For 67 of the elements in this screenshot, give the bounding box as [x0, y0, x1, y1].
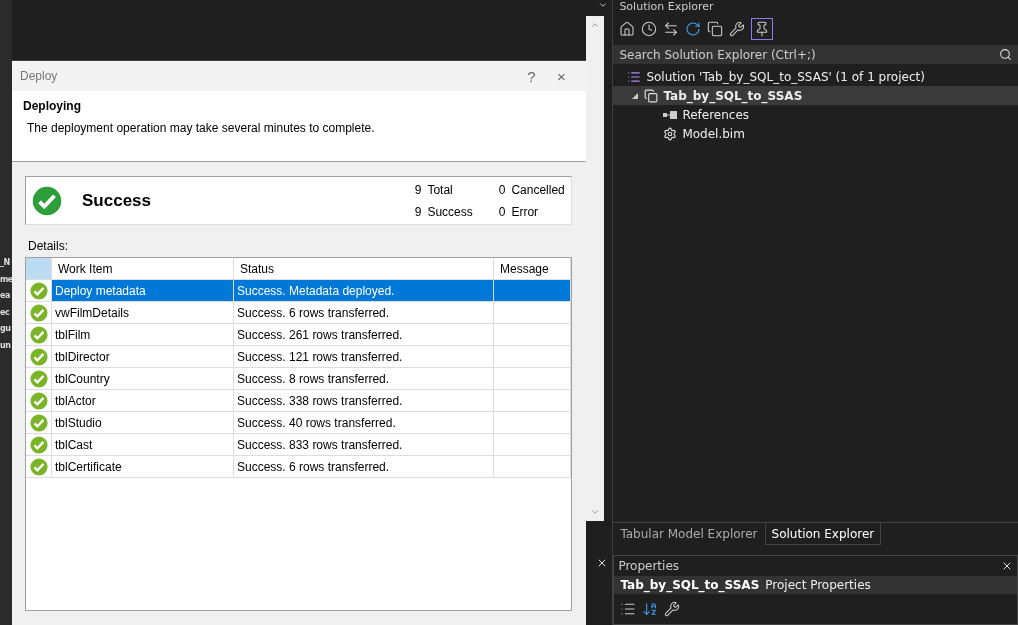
success-check-icon: [29, 325, 48, 344]
editor-text: ea: [0, 290, 11, 302]
count-label: Error: [511, 204, 540, 219]
success-check-icon: [29, 413, 48, 432]
summary-status: Success: [82, 190, 152, 211]
table-cell: Success. 6 rows transferred.: [234, 456, 494, 478]
result-row[interactable]: tblFilm Success. 261 rows transferred.: [26, 324, 572, 346]
success-check-icon: [29, 391, 48, 410]
editor-text: me: [0, 273, 12, 286]
panel-title: Properties: [618, 559, 681, 574]
refresh-icon[interactable]: [685, 21, 702, 37]
success-check-icon: [29, 435, 48, 454]
dialog-title: Deploy: [20, 69, 59, 83]
editor-text: gu: [0, 323, 12, 335]
column-header[interactable]: Work Item: [52, 258, 234, 280]
success-check-icon: [32, 185, 62, 216]
panel-tab[interactable]: Solution Explorer: [764, 523, 882, 545]
result-row[interactable]: tblActor Success. 338 rows transferred.: [26, 390, 572, 412]
close-button[interactable]: ×: [546, 67, 577, 85]
success-check-icon: [29, 281, 48, 300]
success-check-icon: [29, 303, 48, 322]
result-row[interactable]: vwFilmDetails Success. 6 rows transferred.: [26, 302, 572, 324]
success-check-icon: [29, 369, 48, 388]
success-check-icon: [29, 457, 48, 476]
object-selector[interactable]: Tab_by_SQL_to_SSAS Project Properties: [614, 576, 1017, 595]
project-icon: [644, 88, 659, 103]
details-label: Details:: [28, 239, 69, 253]
search-field[interactable]: Search Solution Explorer (Ctrl+;): [613, 45, 1018, 64]
column-header[interactable]: Message: [494, 258, 572, 280]
count-value: 9: [413, 204, 422, 219]
result-row[interactable]: tblCertificate Success. 6 rows transferred.: [26, 456, 572, 478]
expand-arrow-icon[interactable]: [631, 91, 640, 100]
count-value: 9: [413, 182, 422, 197]
row-header-corner: [26, 258, 52, 280]
editor-text: ec: [0, 306, 11, 319]
panel-title: Solution Explorer: [619, 0, 715, 13]
editor-text: un: [0, 339, 12, 352]
success-check-icon: [29, 347, 48, 366]
column-header[interactable]: Status: [234, 258, 494, 280]
search-icon[interactable]: [999, 48, 1012, 61]
dropdown-icon[interactable]: [598, 0, 609, 10]
dialog-heading: Deploying: [23, 99, 82, 113]
references-icon: [663, 110, 678, 119]
wrench-icon[interactable]: [664, 601, 681, 618]
result-row[interactable]: tblDirector Success. 121 rows transferred.: [26, 346, 572, 368]
count-label: Success: [427, 204, 474, 219]
solution-icon: [627, 69, 642, 84]
sort-icon[interactable]: [642, 601, 659, 618]
count-value: 0: [497, 182, 506, 197]
tree-item[interactable]: References: [682, 107, 750, 122]
clock-icon[interactable]: [641, 21, 658, 37]
home-icon[interactable]: [619, 21, 636, 37]
table-cell: tblCertificate: [52, 456, 234, 478]
editor-text: _N: [0, 257, 11, 269]
result-row[interactable]: tblCountry Success. 8 rows transferred.: [26, 368, 572, 390]
dialog-description: The deployment operation may take several minutes to complete.: [27, 121, 376, 135]
result-row[interactable]: tblStudio Success. 40 rows transferred.: [26, 412, 572, 434]
count-label: Total: [427, 182, 454, 197]
result-row[interactable]: tblCast Success. 833 rows transferred.: [26, 434, 572, 456]
tree-item[interactable]: Model.bim: [682, 126, 745, 141]
help-button[interactable]: ?: [516, 67, 547, 85]
wrench-icon[interactable]: [729, 21, 746, 37]
tree-item[interactable]: Solution 'Tab_by_SQL_to_SSAS' (1 of 1 project): [646, 69, 925, 84]
result-row[interactable]: Deploy metadata Success. Metadata deployed.: [26, 280, 572, 302]
count-label: Cancelled: [511, 182, 566, 197]
count-value: 0: [497, 204, 506, 219]
sync-icon[interactable]: [663, 21, 680, 37]
